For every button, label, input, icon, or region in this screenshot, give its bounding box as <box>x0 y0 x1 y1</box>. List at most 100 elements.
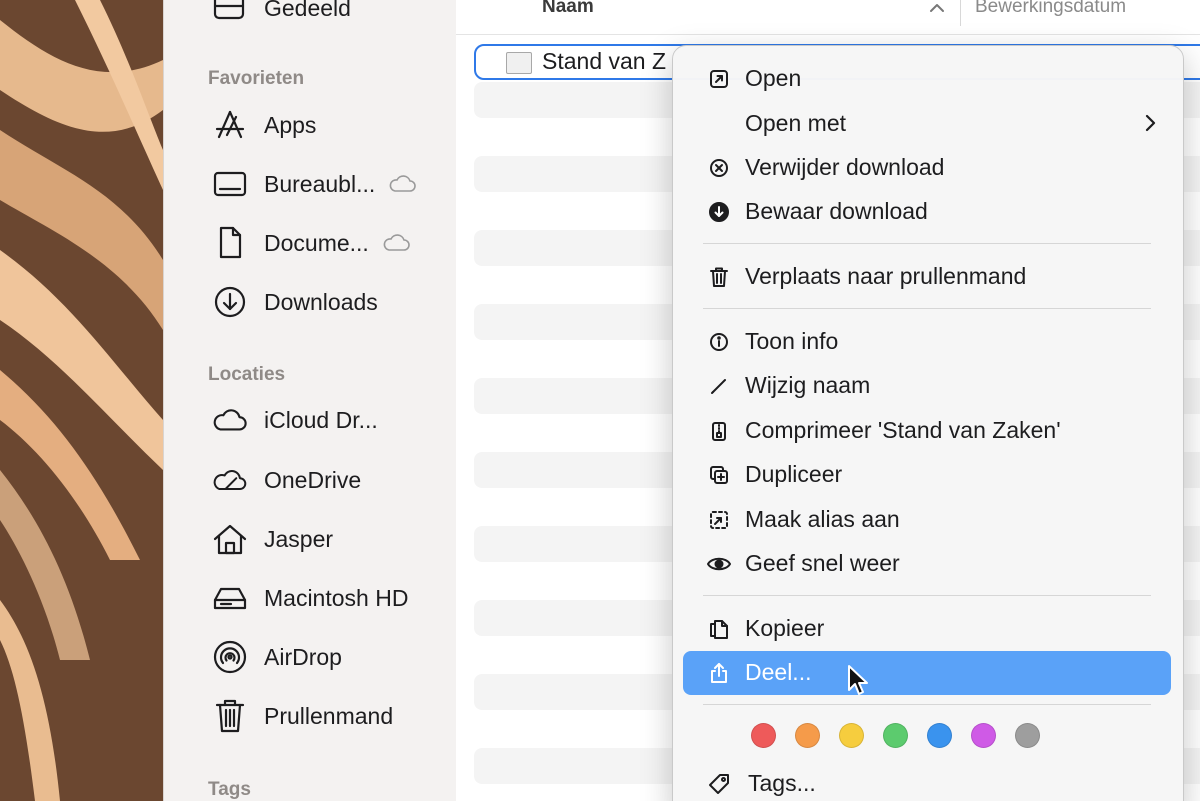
desktop-wallpaper <box>0 0 163 801</box>
remove-circle-icon <box>707 156 731 180</box>
sidebar-item-label: Jasper <box>264 525 334 552</box>
file-name: Stand van Z <box>542 48 667 74</box>
finder-sidebar: Gedeeld Favorieten Apps Bureaubl... Docu… <box>163 0 456 801</box>
disk-icon <box>212 580 248 616</box>
document-icon <box>212 225 248 261</box>
sidebar-item-trash[interactable]: Prullenmand <box>212 694 442 738</box>
shared-folder-icon <box>212 0 248 26</box>
column-header-date[interactable]: Bewerkingsdatum <box>975 0 1126 18</box>
menu-item-open-with[interactable]: Open met <box>683 102 1171 146</box>
tag-color-picker <box>751 723 1059 751</box>
sidebar-item-label: Macintosh HD <box>264 584 409 611</box>
home-icon <box>212 521 248 557</box>
sidebar-item-icloud-drive[interactable]: iCloud Dr... <box>212 398 442 442</box>
sidebar-item-documents[interactable]: Docume... <box>212 221 442 265</box>
sidebar-item-label: Downloads <box>264 288 378 315</box>
icloud-icon <box>212 402 248 438</box>
menu-item-label: Open met <box>745 110 846 136</box>
sidebar-item-label: iCloud Dr... <box>264 406 378 433</box>
sidebar-item-onedrive[interactable]: OneDrive <box>212 458 442 502</box>
onedrive-icon <box>212 462 248 498</box>
tag-color-red[interactable] <box>751 723 776 748</box>
duplicate-icon <box>707 463 731 487</box>
pencil-icon <box>707 374 731 398</box>
tag-color-blue[interactable] <box>927 723 952 748</box>
desktop-icon <box>212 166 248 202</box>
menu-item-get-info[interactable]: Toon info <box>683 320 1171 364</box>
menu-separator <box>703 243 1151 244</box>
menu-item-compress[interactable]: Comprimeer 'Stand van Zaken' <box>683 409 1171 453</box>
sidebar-item-label: OneDrive <box>264 466 362 493</box>
airdrop-icon <box>212 639 248 675</box>
list-header: Naam Bewerkingsdatum <box>456 0 1200 35</box>
archive-icon <box>707 419 731 443</box>
menu-item-label: Tags... <box>748 770 816 796</box>
menu-item-make-alias[interactable]: Maak alias aan <box>683 498 1171 542</box>
menu-item-rename[interactable]: Wijzig naam <box>683 364 1171 408</box>
open-icon <box>707 67 731 91</box>
menu-item-label: Toon info <box>745 328 839 354</box>
sidebar-item-apps[interactable]: Apps <box>212 103 442 147</box>
column-header-name[interactable]: Naam <box>542 0 594 18</box>
finder-screen: Gedeeld Favorieten Apps Bureaubl... Docu… <box>0 0 1200 801</box>
menu-item-copy[interactable]: Kopieer <box>683 607 1171 651</box>
trash-icon <box>707 265 731 289</box>
eye-icon <box>707 552 731 576</box>
menu-item-keep-download[interactable]: Bewaar download <box>683 190 1171 234</box>
icloud-status-icon <box>381 233 411 253</box>
apps-icon <box>212 107 248 143</box>
sidebar-item-desktop[interactable]: Bureaubl... <box>212 162 442 206</box>
menu-item-duplicate[interactable]: Dupliceer <box>683 453 1171 497</box>
sidebar-item-label: Bureaubl... <box>264 170 376 197</box>
tag-color-yellow[interactable] <box>839 723 864 748</box>
download-circle-icon <box>707 200 731 224</box>
column-divider[interactable] <box>960 0 961 26</box>
menu-item-label: Deel... <box>745 659 812 685</box>
tag-color-green[interactable] <box>883 723 908 748</box>
tag-color-purple[interactable] <box>971 723 996 748</box>
menu-item-label: Geef snel weer <box>745 550 900 576</box>
menu-item-label: Dupliceer <box>745 461 843 487</box>
menu-separator <box>703 595 1151 596</box>
copy-icon <box>707 617 731 641</box>
alias-icon <box>707 508 731 532</box>
menu-item-label: Verplaats naar prullenmand <box>745 263 1027 289</box>
sidebar-item-shared[interactable]: Gedeeld <box>212 0 442 30</box>
share-icon <box>707 661 731 685</box>
sidebar-item-home[interactable]: Jasper <box>212 517 442 561</box>
sidebar-section-locations: Locaties <box>208 364 286 385</box>
menu-item-share[interactable]: Deel... <box>683 651 1171 695</box>
menu-item-open[interactable]: Open <box>683 57 1171 101</box>
menu-item-move-to-trash[interactable]: Verplaats naar prullenmand <box>683 255 1171 299</box>
sidebar-item-airdrop[interactable]: AirDrop <box>212 635 442 679</box>
chevron-right-icon <box>1143 113 1157 138</box>
menu-item-label: Maak alias aan <box>745 506 900 532</box>
menu-item-label: Kopieer <box>745 615 825 641</box>
sidebar-item-label: Docume... <box>264 229 369 256</box>
sort-ascending-icon[interactable] <box>928 0 946 21</box>
sidebar-item-label: Prullenmand <box>264 702 394 729</box>
menu-separator <box>703 308 1151 309</box>
icloud-status-icon <box>387 174 417 194</box>
sidebar-item-label: Gedeeld <box>264 0 351 21</box>
sidebar-item-downloads[interactable]: Downloads <box>212 280 442 324</box>
sidebar-section-tags: Tags <box>208 779 251 800</box>
sidebar-item-label: AirDrop <box>264 643 342 670</box>
menu-item-label: Wijzig naam <box>745 372 871 398</box>
menu-item-label: Comprimeer 'Stand van Zaken' <box>745 417 1061 443</box>
sidebar-section-favorites: Favorieten <box>208 68 305 89</box>
menu-item-label: Bewaar download <box>745 198 928 224</box>
menu-item-remove-download[interactable]: Verwijder download <box>683 146 1171 190</box>
menu-item-tags[interactable]: Tags... <box>683 762 1171 801</box>
menu-item-label: Open <box>745 65 802 91</box>
sidebar-item-macintosh-hd[interactable]: Macintosh HD <box>212 576 442 620</box>
tag-color-orange[interactable] <box>795 723 820 748</box>
tag-icon <box>707 772 731 796</box>
menu-item-label: Verwijder download <box>745 154 945 180</box>
trash-icon <box>212 698 248 734</box>
file-icon <box>506 52 532 74</box>
sidebar-item-label: Apps <box>264 111 317 138</box>
context-menu: Open Open met Verwijder download Bewaar … <box>672 45 1184 801</box>
tag-color-gray[interactable] <box>1015 723 1040 748</box>
menu-item-quick-look[interactable]: Geef snel weer <box>683 542 1171 586</box>
